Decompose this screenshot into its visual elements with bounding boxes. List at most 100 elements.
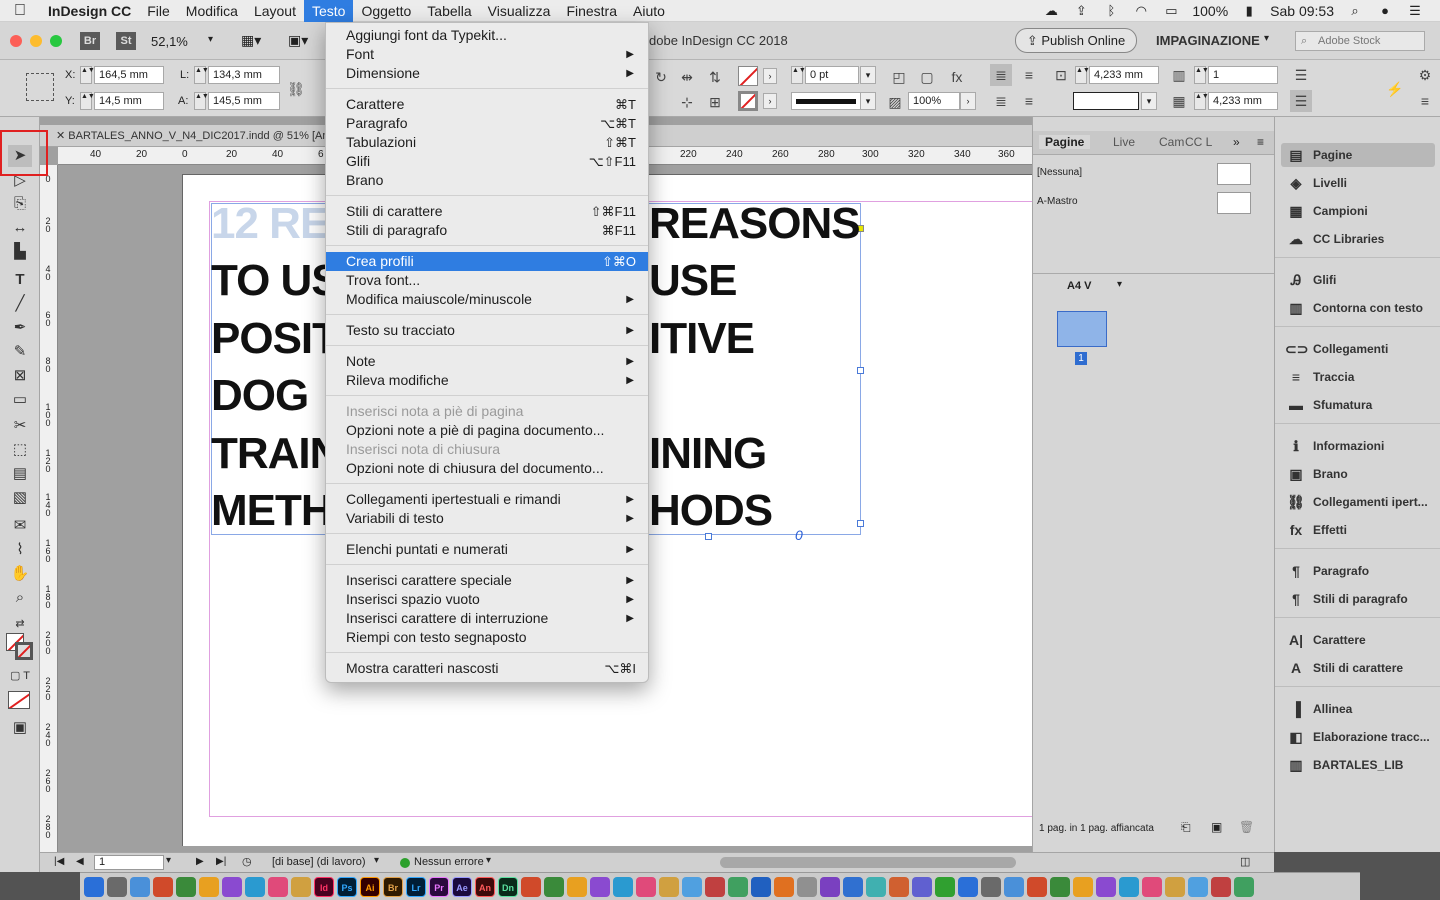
menu-item-stili-di-carattere[interactable]: Stili di carattere ⇧⌘F11 — [326, 202, 648, 221]
swap-fill-stroke-icon[interactable]: ⇄ — [8, 613, 32, 635]
stroke-none-swatch[interactable] — [738, 91, 758, 111]
dock-app-icon[interactable] — [1073, 876, 1093, 897]
menu-item-testo-su-tracciato[interactable]: Testo su tracciato ▶ — [326, 321, 648, 340]
profile-dropdown-icon[interactable]: ▾ — [374, 855, 379, 866]
menu-oggetto[interactable]: Oggetto — [353, 0, 419, 22]
menu-testo[interactable]: Testo — [303, 0, 354, 22]
delete-page-icon[interactable]: 🗑 — [1239, 820, 1254, 834]
menu-item-collegamenti-ipertestuali-e-rimandi[interactable]: Collegamenti ipertestuali e rimandi ▶ — [326, 490, 648, 509]
menu-file[interactable]: File — [139, 0, 178, 22]
gradient-feather-tool-icon[interactable]: ▧ — [8, 487, 32, 509]
first-page-icon[interactable]: |◀ — [54, 856, 64, 867]
workspace-switcher[interactable]: IMPAGINAZIONE — [1156, 33, 1260, 48]
preflight-status[interactable]: Nessun errore — [414, 856, 484, 868]
dock-app-id[interactable]: Id — [314, 876, 334, 897]
menu-visualizza[interactable]: Visualizza — [480, 0, 559, 22]
panel-menu-icon[interactable]: ≡ — [1257, 135, 1264, 149]
fill-stroke-proxy[interactable] — [6, 633, 34, 661]
screen-mode-icon[interactable]: ▣▾ — [288, 32, 308, 49]
panel-button-sfumatura[interactable]: ▬ Sfumatura — [1281, 393, 1435, 417]
type-tool-icon[interactable]: T — [8, 269, 32, 291]
dock-app-icon[interactable] — [199, 876, 219, 897]
content-collector-icon[interactable]: ▙ — [8, 241, 32, 263]
tab-live[interactable]: Live — [1113, 135, 1135, 149]
close-window-button[interactable] — [10, 35, 22, 47]
panel-button-collegamenti[interactable]: ⊂⊃ Collegamenti — [1281, 337, 1435, 361]
siri-icon[interactable]: ● — [1376, 3, 1394, 18]
panel-button-campioni[interactable]: ▦ Campioni — [1281, 199, 1435, 223]
panel-button-contorna-con-testo[interactable]: ▥ Contorna con testo — [1281, 296, 1435, 320]
select-container-icon[interactable]: ⊹ — [676, 91, 698, 113]
master-none[interactable]: [Nessuna] — [1037, 167, 1082, 178]
adobe-stock-search[interactable]: ⌕ Adobe Stock — [1295, 31, 1425, 51]
opacity-field[interactable]: 100% — [908, 92, 960, 110]
master-a-thumbnail[interactable] — [1217, 192, 1251, 214]
y-stepper[interactable]: ▲▼ — [80, 92, 95, 110]
workspace-dropdown-icon[interactable]: ▾ — [1264, 33, 1269, 44]
panel-button-stili-di-paragrafo[interactable]: ¶ Stili di paragrafo — [1281, 587, 1435, 611]
overset-indicator[interactable]: 0 — [795, 527, 803, 543]
last-page-icon[interactable]: ▶| — [216, 856, 226, 867]
dock-app-icon[interactable] — [1211, 876, 1231, 897]
stroke-weight-field[interactable]: 0 pt — [805, 66, 859, 84]
page-number-field[interactable]: 1 — [94, 855, 164, 870]
page-tool-icon[interactable]: ⎘ — [8, 193, 32, 215]
dock-app-icon[interactable] — [153, 876, 173, 897]
zoom-level[interactable]: 52,1% — [151, 34, 188, 49]
control-settings-icon[interactable]: ⚙ — [1414, 64, 1436, 86]
height-stepper[interactable]: ▲▼ — [194, 92, 209, 110]
effects-fx-icon[interactable]: fx — [946, 66, 968, 88]
fill-none-swatch[interactable] — [738, 66, 758, 86]
flip-horizontal-icon[interactable]: ⇹ — [676, 66, 698, 88]
apply-none-icon[interactable] — [8, 691, 30, 709]
panel-button-traccia[interactable]: ≡ Traccia — [1281, 365, 1435, 389]
screen-mode-tool-icon[interactable]: ▣ — [8, 717, 32, 739]
menu-aiuto[interactable]: Aiuto — [625, 0, 673, 22]
columns-field[interactable]: 1 — [1208, 66, 1278, 84]
opacity-menu-icon[interactable]: › — [960, 92, 976, 110]
dock-app-dn[interactable]: Dn — [498, 876, 518, 897]
control-panel-menu-icon[interactable]: ≡ — [1414, 90, 1436, 112]
width-stepper[interactable]: ▲▼ — [194, 66, 209, 84]
dock-app-icon[interactable] — [820, 876, 840, 897]
dock-app-icon[interactable] — [843, 876, 863, 897]
menu-item-variabili-di-testo[interactable]: Variabili di testo ▶ — [326, 509, 648, 528]
new-page-icon[interactable]: ▣ — [1211, 820, 1222, 834]
rotate-icon[interactable]: ↻ — [650, 66, 672, 88]
drop-shadow-icon[interactable]: ◰ — [888, 66, 910, 88]
gap-tool-icon[interactable]: ↔ — [8, 217, 32, 239]
x-field[interactable]: 164,5 mm — [94, 66, 164, 84]
creative-cloud-icon[interactable]: ☁ — [1042, 3, 1060, 18]
panel-button-allinea[interactable]: ▐ Allinea — [1281, 697, 1435, 721]
dock-app-icon[interactable] — [1027, 876, 1047, 897]
menu-tabella[interactable]: Tabella — [419, 0, 479, 22]
menu-item-mostra-caratteri-nascosti[interactable]: Mostra caratteri nascosti ⌥⌘I — [326, 659, 648, 678]
formatting-container-icon[interactable]: ▢ T — [8, 665, 32, 687]
split-view-icon[interactable]: ◫ — [1240, 855, 1250, 868]
dock-app-icon[interactable] — [981, 876, 1001, 897]
dock-app-pr[interactable]: Pr — [429, 876, 449, 897]
dock-app-icon[interactable] — [682, 876, 702, 897]
menu-layout[interactable]: Layout — [246, 0, 304, 22]
preflight-dropdown-icon[interactable]: ▾ — [486, 855, 491, 866]
page-size-icon[interactable]: ⎗ — [1181, 820, 1191, 835]
expand-panels-icon[interactable]: » — [1233, 135, 1240, 149]
dock-app-icon[interactable] — [1142, 876, 1162, 897]
stroke-weight-dropdown-icon[interactable]: ▾ — [860, 66, 876, 84]
panel-button-effetti[interactable]: fx Effetti — [1281, 518, 1435, 542]
dock-app-icon[interactable] — [1096, 876, 1116, 897]
view-options-icon[interactable]: ▦▾ — [241, 32, 261, 49]
bridge-button[interactable]: Br — [80, 32, 100, 50]
dock-app-icon[interactable] — [912, 876, 932, 897]
select-content-icon[interactable]: ⊞ — [704, 91, 726, 113]
dock-app-icon[interactable] — [176, 876, 196, 897]
dock-app-icon[interactable] — [613, 876, 633, 897]
dock-app-icon[interactable] — [774, 876, 794, 897]
clock[interactable]: Sab 09:53 — [1270, 3, 1334, 19]
auto-fit-icon[interactable]: ⊡ — [1050, 64, 1072, 86]
dock-app-icon[interactable] — [1188, 876, 1208, 897]
dock-app-icon[interactable] — [751, 876, 771, 897]
align-top-text-icon[interactable]: ≣ — [990, 64, 1012, 86]
inset-dropdown-icon[interactable]: ▾ — [1141, 92, 1157, 110]
resize-handle[interactable] — [857, 367, 864, 374]
